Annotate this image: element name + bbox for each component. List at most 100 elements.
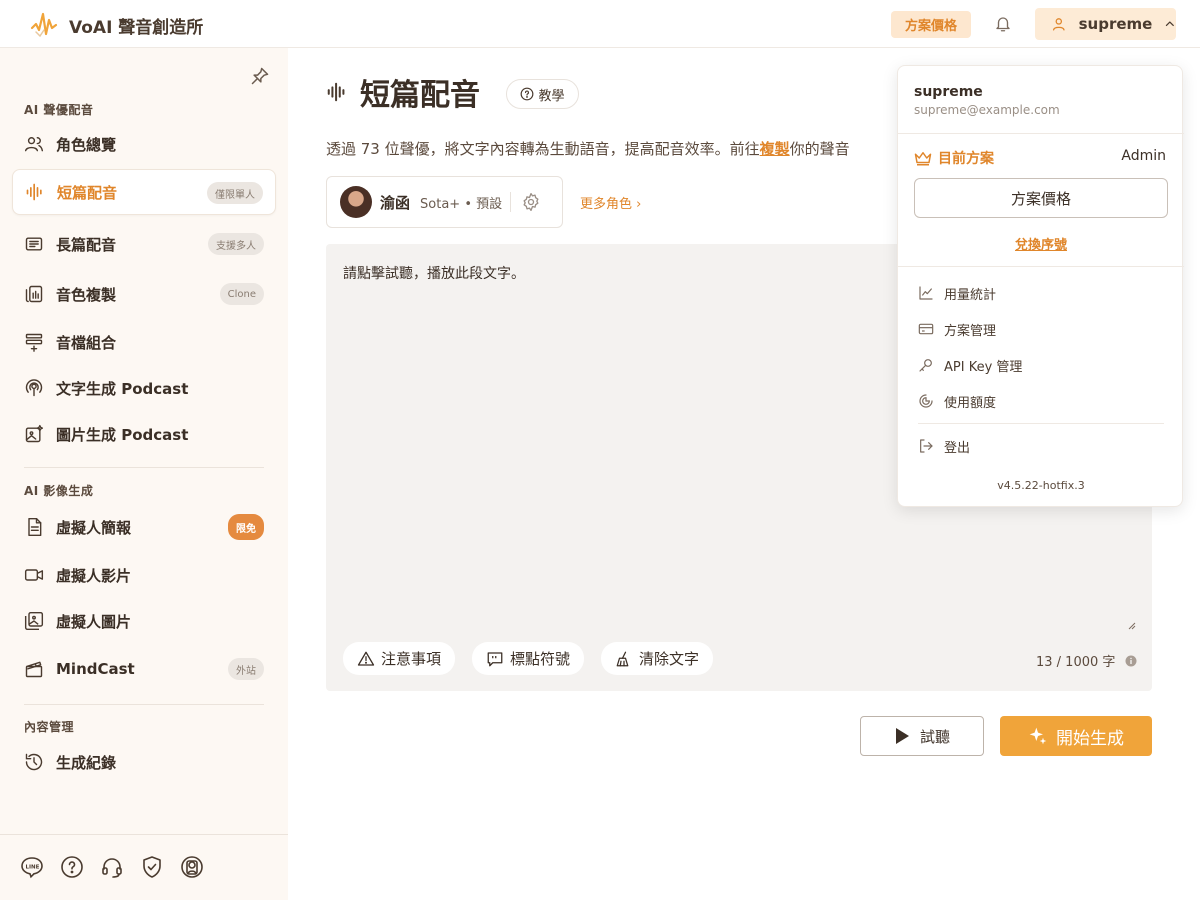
- generate-button[interactable]: 開始生成: [1000, 716, 1152, 756]
- help-icon: [521, 87, 534, 101]
- character-count: 13 / 1000 字: [1036, 655, 1116, 670]
- user-menu-name: supreme: [1078, 15, 1153, 33]
- sidebar-item-image-podcast[interactable]: 圖片生成 Podcast: [12, 411, 276, 457]
- clear-text-label: 清除文字: [639, 650, 700, 668]
- more-roles-link[interactable]: 更多角色 ›: [580, 193, 641, 212]
- stack-add-icon: [24, 332, 44, 352]
- logout-label: 登出: [944, 440, 971, 456]
- plan-role: Admin: [1121, 148, 1166, 164]
- user-icon: [1052, 18, 1065, 31]
- external-badge: 外站: [228, 658, 264, 680]
- tutorial-button[interactable]: 教學: [506, 79, 579, 109]
- broom-icon: [616, 651, 629, 666]
- clapper-icon: [24, 659, 44, 679]
- sidebar-item-label: 短篇配音: [57, 183, 118, 202]
- warning-icon: [357, 651, 375, 666]
- punctuation-label: 標點符號: [510, 650, 571, 668]
- sidebar-item-audio-combine[interactable]: 音檔組合: [12, 319, 276, 365]
- page-title: 短篇配音: [360, 78, 480, 113]
- generate-label: 開始生成: [1056, 728, 1124, 749]
- voai-logo-icon[interactable]: [30, 10, 58, 38]
- dropdown-email: supreme@example.com: [914, 103, 1060, 117]
- sidebar-item-label: MindCast: [56, 660, 135, 678]
- voice-tier: Sota+: [420, 196, 461, 212]
- user-menu-button[interactable]: supreme: [1035, 8, 1176, 40]
- sidebar-item-label: 長篇配音: [56, 235, 117, 254]
- sidebar-item-label: 角色總覽: [56, 135, 117, 154]
- tutorial-label: 教學: [538, 88, 565, 104]
- user-dropdown-menu: supreme supreme@example.com 目前方案 Admin 方…: [897, 65, 1184, 507]
- page-title-row: 短篇配音: [326, 70, 480, 114]
- logout-icon: [920, 439, 933, 453]
- document-icon: [24, 517, 44, 537]
- status-badge: 支援多人: [208, 233, 264, 255]
- menu-item-plan-management[interactable]: 方案管理: [918, 319, 996, 339]
- support-headset-icon[interactable]: [100, 855, 124, 879]
- pin-icon[interactable]: [250, 66, 270, 86]
- clear-text-button[interactable]: 清除文字: [601, 642, 714, 675]
- menu-item-usage-stats[interactable]: 用量統計: [918, 283, 996, 303]
- page-description: 透過 73 位聲優，將文字內容轉為生動語音，提高配音效率。前往複製你的聲音: [326, 138, 901, 162]
- sidebar-item-avatar-presentation[interactable]: 虛擬人簡報 限免: [12, 504, 276, 550]
- sidebar-item-long-dubbing[interactable]: 長篇配音 支援多人: [12, 221, 276, 267]
- notification-bell-icon[interactable]: [991, 12, 1015, 36]
- sidebar-divider: [24, 467, 264, 468]
- notes-button[interactable]: 注意事項: [343, 642, 456, 675]
- users-icon: [24, 134, 44, 154]
- status-badge: Clone: [219, 283, 264, 305]
- sidebar: AI 聲優配音 角色總覽 短篇配音 僅限單人 長篇配音 支援多人 音色複製 Cl…: [0, 48, 288, 900]
- sidebar-item-label: 文字生成 Podcast: [56, 379, 189, 398]
- dropdown-divider: [898, 133, 1184, 134]
- key-icon: [919, 359, 932, 372]
- sidebar-divider: [24, 704, 264, 705]
- sidebar-item-label: 音色複製: [56, 285, 117, 304]
- sidebar-item-history[interactable]: 生成紀錄: [12, 739, 276, 785]
- menu-item-logout[interactable]: 登出: [918, 436, 970, 456]
- sidebar-item-label: 虛擬人影片: [56, 566, 132, 585]
- current-plan-label: 目前方案: [914, 148, 994, 168]
- sidebar-item-avatar-image[interactable]: 虛擬人圖片: [12, 598, 276, 644]
- sidebar-item-avatar-video[interactable]: 虛擬人影片: [12, 552, 276, 598]
- dropdown-pricing-button[interactable]: 方案價格: [914, 178, 1168, 218]
- punctuation-button[interactable]: 標點符號: [472, 642, 585, 675]
- plan-label-text: 目前方案: [938, 151, 994, 167]
- section-label-video: AI 影像生成: [24, 484, 94, 498]
- voice-selector[interactable]: 渝函 Sota+ • 預設: [326, 176, 563, 228]
- notes-label: 注意事項: [381, 650, 442, 668]
- help-icon[interactable]: [60, 855, 84, 879]
- menu-item-label: 方案管理: [944, 323, 997, 339]
- preview-button[interactable]: 試聽: [860, 716, 984, 756]
- video-icon: [24, 565, 44, 585]
- chevron-right-icon: ›: [636, 197, 642, 212]
- section-label-voice: AI 聲優配音: [24, 103, 94, 117]
- sidebar-item-label: 虛擬人簡報: [56, 518, 132, 537]
- header-pricing-button[interactable]: 方案價格: [891, 11, 971, 38]
- resize-handle-icon[interactable]: [1126, 620, 1136, 630]
- line-icon[interactable]: LINE: [20, 855, 44, 879]
- free-badge: 限免: [228, 514, 264, 540]
- menu-item-label: 使用額度: [944, 395, 997, 411]
- sidebar-item-label: 音檔組合: [56, 333, 117, 352]
- waveform-icon: [327, 82, 345, 102]
- sidebar-item-short-dubbing[interactable]: 短篇配音 僅限單人: [12, 169, 276, 215]
- menu-item-api-key[interactable]: API Key 管理: [918, 355, 1022, 375]
- voice-tag: 預設: [476, 196, 503, 212]
- gear-icon[interactable]: [521, 192, 541, 212]
- menu-item-quota[interactable]: 使用額度: [918, 391, 996, 411]
- redeem-code-link[interactable]: 兌換序號: [898, 234, 1184, 253]
- info-icon[interactable]: [1125, 655, 1137, 667]
- shield-icon[interactable]: [140, 855, 164, 879]
- brand-name[interactable]: VoAI 聲音創造所: [69, 13, 203, 38]
- clone-link[interactable]: 複製: [760, 140, 790, 158]
- sidebar-item-text-podcast[interactable]: 文字生成 Podcast: [12, 365, 276, 411]
- sidebar-item-characters[interactable]: 角色總覽: [12, 121, 276, 167]
- card-icon: [918, 323, 934, 335]
- sidebar-item-voice-clone[interactable]: 音色複製 Clone: [12, 271, 276, 317]
- editor-text[interactable]: 請點擊試聽，播放此段文字。: [343, 263, 525, 283]
- sidebar-item-label: 虛擬人圖片: [56, 612, 132, 631]
- voice-name: 渝函: [380, 193, 411, 212]
- app-version: v4.5.22-hotfix.3: [997, 479, 1085, 492]
- account-icon[interactable]: [180, 855, 204, 879]
- sidebar-item-mindcast[interactable]: MindCast 外站: [12, 646, 276, 692]
- status-badge: 僅限單人: [207, 182, 263, 204]
